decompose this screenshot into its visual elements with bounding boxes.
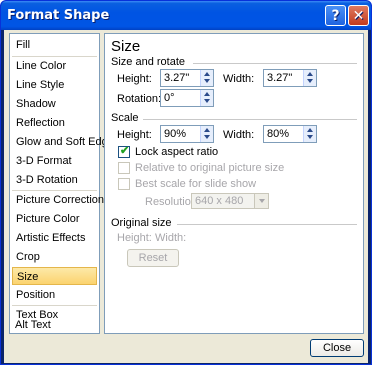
height-value: 3.27" — [164, 72, 190, 84]
section-heading-size-rotate: Size and rotate — [111, 56, 185, 68]
spinner-arrows-icon[interactable] — [200, 126, 213, 142]
scale-height-value: 90% — [164, 128, 187, 140]
height-label: Height: — [117, 73, 152, 85]
dialog-title: Format Shape — [7, 8, 110, 23]
width-spinner[interactable]: 3.27" — [263, 69, 317, 87]
spinner-arrows-icon[interactable] — [303, 70, 316, 86]
original-height-label: Height: — [117, 232, 152, 244]
rotation-spinner[interactable]: 0° — [160, 89, 214, 107]
sidebar-item-position[interactable]: Position — [12, 286, 97, 304]
help-icon: ? — [331, 7, 340, 24]
reset-button-label: Reset — [138, 252, 168, 264]
sidebar-item-shadow[interactable]: Shadow — [12, 95, 97, 113]
sidebar-item-glow-soft-edges[interactable]: Glow and Soft Edges — [12, 133, 119, 151]
close-button-label: Close — [322, 342, 352, 354]
scale-width-value: 80% — [267, 128, 290, 140]
sidebar-item-picture-corrections[interactable]: Picture Corrections — [12, 191, 110, 209]
rotation-label: Rotation: — [117, 93, 162, 105]
sidebar-item-line-style[interactable]: Line Style — [12, 76, 97, 94]
divider — [177, 224, 357, 225]
best-scale-label: Best scale for slide show — [135, 178, 257, 190]
help-button[interactable]: ? — [325, 5, 346, 26]
page-title: Size — [111, 38, 141, 55]
close-button[interactable]: Close — [310, 339, 364, 357]
relative-original-label: Relative to original picture size — [135, 162, 285, 174]
spinner-arrows-icon[interactable] — [200, 90, 213, 106]
sidebar-item-artistic-effects[interactable]: Artistic Effects — [12, 229, 97, 247]
sidebar-item-3d-rotation[interactable]: 3-D Rotation — [12, 171, 97, 189]
category-list: Fill Line Color Line Style Shadow Reflec… — [9, 33, 119, 334]
title-bar[interactable]: Format Shape ? ✕ — [1, 1, 371, 30]
sidebar-item-fill[interactable]: Fill — [12, 36, 97, 54]
scale-width-label: Width: — [223, 129, 255, 141]
sidebar-item-size[interactable]: Size — [12, 267, 97, 285]
relative-original-checkbox[interactable] — [118, 162, 130, 174]
width-value: 3.27" — [267, 72, 293, 84]
reset-button[interactable]: Reset — [127, 249, 179, 267]
section-heading-original-size: Original size — [111, 217, 172, 229]
sidebar-item-3d-format[interactable]: 3-D Format — [12, 152, 97, 170]
chevron-down-icon[interactable] — [254, 194, 268, 208]
scale-height-label: Height: — [117, 129, 152, 141]
spinner-arrows-icon[interactable] — [200, 70, 213, 86]
best-scale-checkbox[interactable] — [118, 178, 130, 190]
original-width-label: Width: — [155, 232, 187, 244]
sidebar-item-line-color[interactable]: Line Color — [12, 57, 97, 75]
lock-aspect-label: Lock aspect ratio — [135, 146, 219, 158]
rotation-value: 0° — [164, 92, 175, 104]
scale-width-spinner[interactable]: 80% — [263, 125, 317, 143]
divider — [193, 63, 357, 64]
height-spinner[interactable]: 3.27" — [160, 69, 214, 87]
sidebar-item-crop[interactable]: Crop — [12, 248, 97, 266]
spinner-arrows-icon[interactable] — [303, 126, 316, 142]
dialog-body: Fill Line Color Line Style Shadow Reflec… — [4, 30, 368, 363]
scale-height-spinner[interactable]: 90% — [160, 125, 214, 143]
close-icon: ✕ — [352, 7, 365, 24]
resolution-label: Resolution — [145, 196, 197, 208]
width-label: Width: — [223, 73, 255, 85]
sidebar-item-reflection[interactable]: Reflection — [12, 114, 97, 132]
format-shape-dialog: Format Shape ? ✕ Fill Line Color Line St… — [0, 0, 372, 365]
lock-aspect-checkbox[interactable]: ✔ — [118, 145, 130, 158]
title-close-button[interactable]: ✕ — [348, 5, 369, 26]
size-panel: Size Size and rotate Height: 3.27" Width… — [104, 33, 364, 334]
divider — [143, 119, 357, 120]
resolution-value: 640 x 480 — [195, 195, 244, 207]
sidebar-item-alt-text[interactable]: Alt Text — [11, 316, 96, 334]
resolution-select[interactable]: 640 x 480 — [191, 193, 269, 209]
checkmark-icon: ✔ — [120, 145, 130, 157]
section-heading-scale: Scale — [111, 112, 139, 124]
sidebar-item-picture-color[interactable]: Picture Color — [12, 210, 97, 228]
